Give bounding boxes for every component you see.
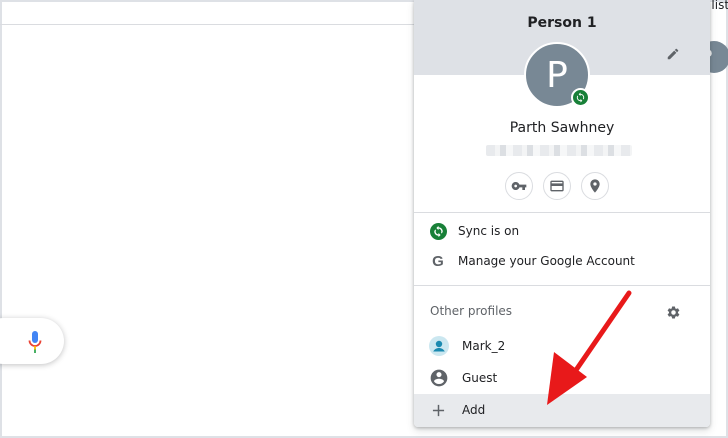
google-g-icon: G [432,252,444,270]
profile-item-mark-2[interactable]: Mark_2 [414,331,710,361]
addresses-button[interactable] [581,172,609,200]
manage-profiles-button[interactable] [663,302,683,322]
add-profile-label: Add [462,403,486,417]
plus-icon [432,404,445,417]
profile-name: Mark_2 [462,339,506,353]
profile-menu: Person 1 P Parth Sawhney Sync is on G Ma… [414,0,710,427]
sync-status-item[interactable]: Sync is on [414,216,710,246]
manage-google-account-label: Manage your Google Account [458,254,635,268]
page-divider [0,24,415,25]
key-icon [511,182,527,190]
profile-avatar-letter: P [546,54,568,96]
location-pin-icon [590,179,600,193]
sync-icon [576,92,585,103]
window-frame-left [0,0,2,438]
microphone-icon[interactable] [28,331,42,353]
manage-google-account-item[interactable]: G Manage your Google Account [414,246,710,276]
profile-email-redacted [486,145,632,156]
menu-divider [414,285,710,286]
edit-profile-button[interactable] [661,42,685,66]
guest-icon [429,368,449,388]
profile-name: Guest [462,371,498,385]
credit-card-icon [550,180,564,192]
passwords-button[interactable] [505,172,533,200]
payment-methods-button[interactable] [543,172,571,200]
person-avatar-icon [429,336,449,356]
add-profile-button[interactable]: Add [414,394,710,427]
sync-badge [571,88,590,107]
profile-item-guest[interactable]: Guest [414,363,710,393]
sync-status-icon [429,222,447,240]
sync-status-label: Sync is on [458,224,520,238]
pencil-icon [667,48,679,60]
profile-user-name: Parth Sawhney [509,120,615,136]
menu-divider [414,212,710,213]
other-profiles-heading: Other profiles [430,304,513,318]
gear-icon [667,305,679,318]
profile-title: Person 1 [527,15,597,31]
